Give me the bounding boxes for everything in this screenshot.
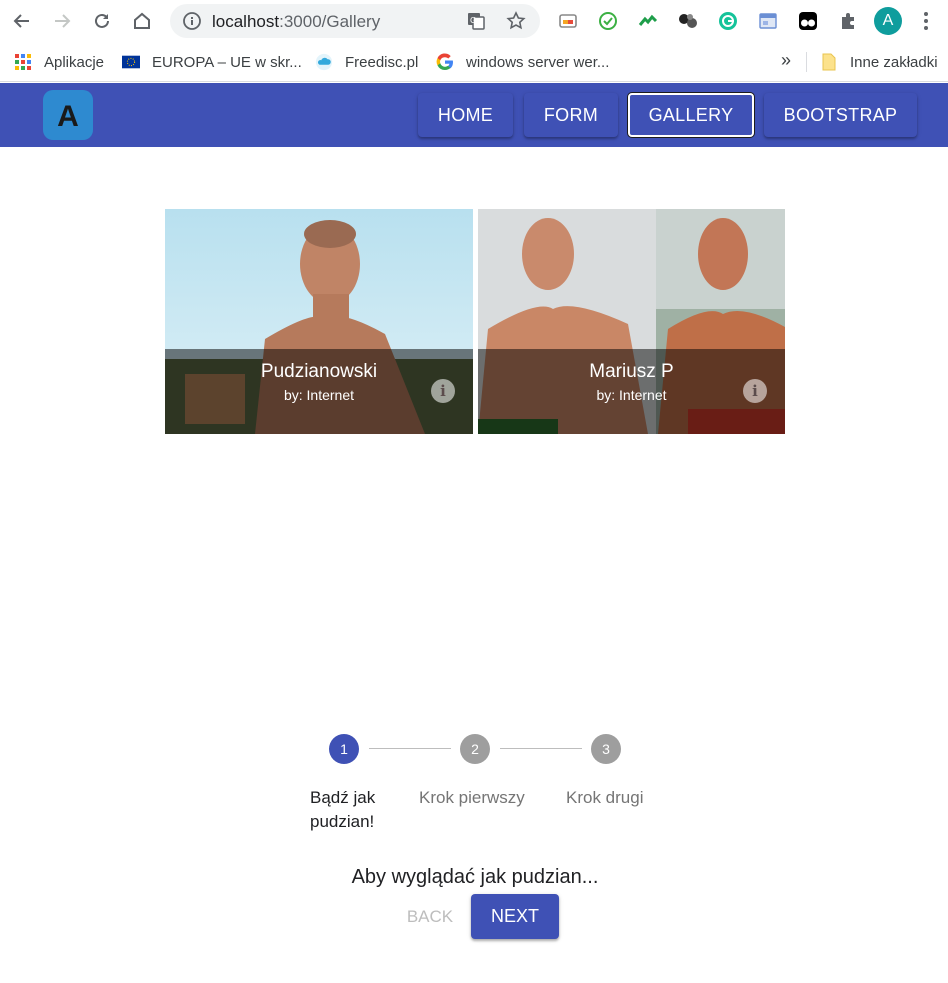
bookmark-label: Inne zakładki xyxy=(850,53,938,71)
site-info-icon[interactable] xyxy=(182,11,202,36)
step-connector xyxy=(500,748,582,749)
app-navbar: A HOME FORM GALLERY BOOTSTRAP xyxy=(0,83,948,147)
checkmark-extension-icon[interactable] xyxy=(597,10,619,32)
profile-avatar[interactable]: A xyxy=(874,7,902,35)
apps-grid-icon xyxy=(14,53,32,71)
app-logo[interactable]: A xyxy=(43,90,93,140)
grammarly-extension-icon[interactable] xyxy=(717,10,739,32)
bookmark-freedisc[interactable]: Freedisc.pl xyxy=(315,51,418,73)
eu-flag-icon xyxy=(122,53,140,71)
url-text: localhost:3000/Gallery xyxy=(212,12,381,31)
gallery-tile[interactable]: Pudzianowski by: Internet i xyxy=(165,209,473,434)
green-arrows-extension-icon[interactable] xyxy=(637,10,659,32)
bookmark-star-icon[interactable] xyxy=(506,11,526,31)
step-1-label: Bądź jak pudzian! xyxy=(310,788,376,831)
bookmark-label: Aplikacje xyxy=(44,53,105,71)
tile-caption-bar: Pudzianowski by: Internet i xyxy=(165,349,473,434)
kebab-menu-icon[interactable] xyxy=(916,9,936,33)
puzzle-extensions-icon[interactable] xyxy=(837,10,859,32)
bookmark-windows-server[interactable]: windows server wer... xyxy=(436,51,609,73)
window-extension-icon[interactable] xyxy=(757,10,779,32)
forward-arrow-icon[interactable] xyxy=(49,8,75,34)
step-1-circle[interactable]: 1 xyxy=(329,734,359,764)
folder-icon xyxy=(820,53,838,71)
more-bookmarks-chevron[interactable]: » xyxy=(781,50,791,71)
svg-text:G: G xyxy=(470,16,476,25)
bookmarks-bar: Aplikacje EUROPA – UE w skr... Freedisc.… xyxy=(0,42,948,82)
google-icon xyxy=(436,53,454,71)
nav-home-button[interactable]: HOME xyxy=(418,93,513,137)
step-3-circle[interactable]: 3 xyxy=(591,734,621,764)
bookmark-label: Freedisc.pl xyxy=(345,53,419,71)
other-bookmarks-folder[interactable]: Inne zakładki xyxy=(820,51,938,73)
home-icon[interactable] xyxy=(129,8,155,34)
tile-author: by: Internet xyxy=(596,387,667,403)
bookmark-europa[interactable]: EUROPA – UE w skr... xyxy=(122,51,302,73)
bookmark-apps[interactable]: Aplikacje xyxy=(14,51,104,73)
bookmarks-separator xyxy=(806,52,807,72)
translate-icon[interactable]: G xyxy=(466,11,486,31)
step-connector xyxy=(369,748,451,749)
info-icon[interactable]: i xyxy=(431,379,455,403)
back-arrow-icon[interactable] xyxy=(9,8,35,34)
bookmark-label: EUROPA – UE w skr... xyxy=(152,53,302,71)
step-2-label: Krok pierwszy xyxy=(419,788,525,807)
tile-caption-bar: Mariusz P by: Internet i xyxy=(478,349,785,434)
reload-icon[interactable] xyxy=(89,8,115,34)
nav-gallery-button[interactable]: GALLERY xyxy=(628,93,754,137)
browser-toolbar: localhost:3000/Gallery G A xyxy=(0,0,948,42)
step-content-text: Aby wyglądać jak pudzian... xyxy=(351,866,599,888)
back-button[interactable]: BACK xyxy=(398,896,462,938)
step-2-circle[interactable]: 2 xyxy=(460,734,490,764)
tile-title: Mariusz P xyxy=(589,361,674,382)
tile-author: by: Internet xyxy=(283,387,355,403)
circles-extension-icon[interactable] xyxy=(677,10,699,32)
cast-extension-icon[interactable] xyxy=(557,10,579,32)
bookmark-label: windows server wer... xyxy=(466,53,610,71)
info-icon[interactable]: i xyxy=(743,379,767,403)
tile-title: Pudzianowski xyxy=(260,361,378,382)
nav-form-button[interactable]: FORM xyxy=(524,93,618,137)
tampermonkey-extension-icon[interactable] xyxy=(797,10,819,32)
next-button[interactable]: NEXT xyxy=(471,894,559,939)
address-bar[interactable]: localhost:3000/Gallery G xyxy=(170,4,540,38)
step-3-label: Krok drugi xyxy=(566,788,644,807)
gallery-tile[interactable]: Mariusz P by: Internet i xyxy=(478,209,785,434)
cloud-icon xyxy=(315,53,333,71)
nav-bootstrap-button[interactable]: BOOTSTRAP xyxy=(764,93,917,137)
